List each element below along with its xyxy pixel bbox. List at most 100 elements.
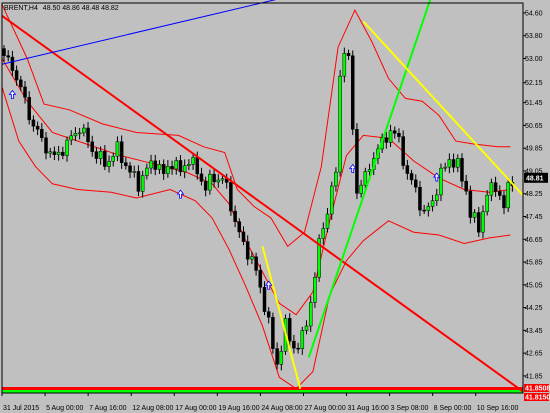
- candle-bear: [94, 151, 99, 159]
- candle-bull: [65, 139, 69, 156]
- level-bars: [2, 387, 523, 393]
- x-tick-label: 10 Sep 16:00: [477, 405, 519, 412]
- candle-bull: [342, 53, 347, 77]
- candle-bear: [35, 125, 40, 130]
- ohlc-quote: 48.50 48.86 48.48 48.82: [43, 5, 119, 12]
- candle-bull: [300, 330, 305, 349]
- candle-bear: [27, 97, 31, 121]
- candle-bear: [418, 186, 422, 211]
- candle-bear: [136, 171, 141, 192]
- candle-bull: [367, 169, 372, 172]
- candle-bull: [321, 228, 326, 239]
- candle-bear: [31, 119, 36, 127]
- candle-bear: [397, 133, 401, 137]
- candle-bear: [275, 348, 279, 365]
- candle-bear: [401, 136, 405, 166]
- candle-bear: [2, 48, 6, 56]
- candle-bear: [90, 141, 94, 152]
- candle-bull: [191, 157, 195, 165]
- candle-bear: [52, 151, 57, 155]
- candle-bear: [464, 180, 468, 192]
- candle-bull: [149, 160, 153, 169]
- candle-bear: [212, 173, 216, 183]
- x-tick-label: 7 Aug 16:00: [89, 405, 126, 412]
- y-tick-label: 48.25: [525, 191, 543, 198]
- price-chart[interactable]: BRENT,H4 48.50 48.86 48.48 48.82 54.60 53…: [0, 0, 550, 413]
- candle-bull: [216, 179, 221, 183]
- candle-bull: [157, 164, 162, 170]
- y-tick-label: 45.85: [525, 260, 543, 267]
- candle-bull: [430, 200, 435, 207]
- candle-bear: [405, 165, 410, 174]
- candle-bull: [308, 302, 313, 327]
- x-tick-label: 27 Aug 00:00: [304, 405, 345, 412]
- candle-bear: [40, 128, 44, 139]
- candle-bull: [388, 130, 393, 143]
- candle-bull: [472, 212, 477, 218]
- candle-bear: [468, 190, 473, 218]
- level-badge-label: 41.8150: [525, 395, 550, 402]
- candle-bear: [229, 182, 233, 212]
- chart-title: BRENT,H4 48.50 48.86 48.48 48.82: [4, 5, 119, 12]
- candle-bear: [153, 160, 158, 170]
- y-tick-label: 53.80: [525, 33, 543, 40]
- y-tick-label: 51.45: [525, 100, 543, 107]
- candle-bull: [363, 171, 368, 186]
- x-tick-label: 24 Aug 08:00: [261, 405, 302, 412]
- candle-bear: [266, 311, 271, 318]
- candle-bull: [426, 206, 431, 211]
- candle-bear: [10, 56, 15, 71]
- candle-bear: [128, 165, 132, 173]
- candle-bull: [325, 213, 330, 229]
- y-tick-label: 42.65: [525, 351, 543, 358]
- candle-bull: [481, 211, 485, 233]
- y-tick-label: 53.00: [525, 56, 543, 63]
- candle-bull: [313, 276, 317, 303]
- candle-bear: [477, 212, 481, 233]
- candle-bull: [439, 167, 443, 196]
- candle-bull: [187, 164, 191, 167]
- candle-bull: [166, 166, 170, 174]
- y-tick-label: 45.05: [525, 282, 543, 289]
- candle-bear: [23, 86, 27, 98]
- level-badge-label: 41.8508: [525, 386, 550, 393]
- candle-bear: [393, 130, 397, 134]
- candle-bear: [61, 151, 65, 156]
- candle-bull: [220, 178, 225, 181]
- candle-bear: [170, 166, 174, 170]
- candle-bull: [182, 165, 187, 173]
- candle-bull: [107, 161, 111, 167]
- candle-bull: [338, 75, 342, 173]
- candle-bear: [346, 53, 351, 56]
- candle-bear: [44, 137, 48, 154]
- x-tick-label: 3 Sep 08:00: [391, 405, 429, 412]
- candle-bull: [56, 151, 61, 155]
- candle-bull: [435, 194, 439, 201]
- x-tick-label: 31 Jul 2015: [3, 405, 39, 412]
- y-tick-label: 49.85: [525, 146, 543, 153]
- candle-bear: [199, 173, 204, 182]
- candle-bull: [329, 185, 334, 215]
- candle-bear: [241, 231, 246, 242]
- symbol-label: BRENT,H4: [4, 5, 38, 12]
- candle-bear: [245, 241, 250, 260]
- candle-bear: [296, 347, 300, 350]
- candle-bear: [409, 173, 414, 181]
- candle-bull: [111, 156, 115, 162]
- candle-bear: [498, 191, 502, 196]
- y-tick-label: 43.45: [525, 328, 543, 335]
- candle-bear: [203, 181, 208, 191]
- candle-bull: [447, 159, 452, 168]
- candle-bear: [287, 318, 292, 342]
- candle-bull: [132, 171, 136, 173]
- candle-bear: [262, 287, 267, 312]
- candle-bull: [279, 351, 284, 365]
- candle-bear: [350, 55, 355, 130]
- candle-bear: [493, 182, 498, 192]
- x-tick-label: 19 Aug 16:00: [218, 405, 259, 412]
- candle-bull: [250, 256, 254, 260]
- candle-bear: [14, 70, 19, 81]
- candle-bull: [208, 173, 212, 191]
- candle-bull: [334, 171, 338, 187]
- candle-bear: [119, 141, 124, 163]
